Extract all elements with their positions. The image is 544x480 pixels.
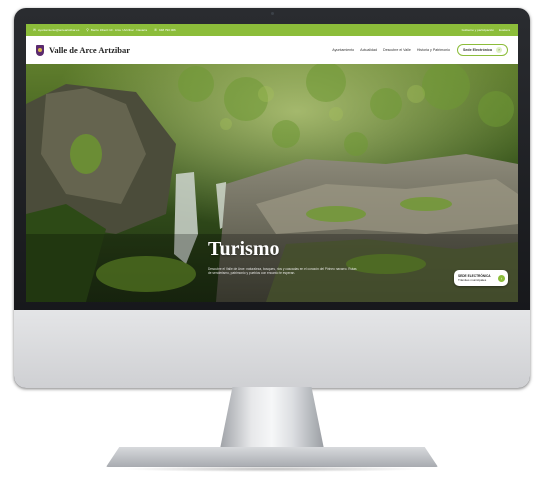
envelope-icon: ✉ [33,28,36,32]
arrow-right-icon: › [496,47,502,53]
topbar-phone-text: 948 790 006 [159,28,176,32]
hero-title: Turismo [208,238,280,260]
sede-button-label: Sede Electrónica [463,48,492,52]
phone-icon: ✆ [154,28,158,32]
stand-shadow [120,466,424,472]
site-title[interactable]: Valle de Arce Artzibar [49,45,130,55]
sede-electronica-card[interactable]: SEDE ELECTRÓNICA Trámites municipales › [454,270,508,286]
webcam-icon [271,12,274,15]
sede-electronica-button[interactable]: Sede Electrónica › [457,44,508,56]
monitor-stand-base [106,447,438,467]
topbar-phone[interactable]: ✆ 948 790 006 [154,28,176,32]
top-info-bar: ✉ ayuntamiento@arcearistibar.es ⚲ Barrio… [26,24,518,36]
main-nav: Ayuntamiento Actualidad Descubre el Vall… [326,44,508,56]
site-header: Valle de Arce Artzibar Ayuntamiento Actu… [26,36,518,64]
topbar-email[interactable]: ✉ ayuntamiento@arcearistibar.es [33,28,79,32]
nav-item-descubre[interactable]: Descubre el Valle [383,48,411,52]
participation-link[interactable]: Gobierno y participación [462,28,494,32]
nav-item-actualidad[interactable]: Actualidad [360,48,377,52]
coat-of-arms-logo[interactable] [36,44,44,56]
arrow-right-icon: › [498,274,505,282]
sede-card-text: SEDE ELECTRÓNICA Trámites municipales [458,274,491,282]
monitor-screen: ✉ ayuntamiento@arcearistibar.es ⚲ Barrio… [26,24,518,302]
topbar-email-text: ayuntamiento@arcearistibar.es [37,28,80,32]
location-pin-icon: ⚲ [86,28,89,32]
monitor-stand-neck [220,387,324,449]
monitor-bezel: ✉ ayuntamiento@arcearistibar.es ⚲ Barrio… [14,8,530,388]
hero-section: Turismo Descubre el Valle de Arce: natur… [26,64,518,302]
monitor-chin [14,310,530,388]
topbar-address[interactable]: ⚲ Barrio Iriberri 10 · Arce / Artzibar ·… [86,28,147,32]
nav-item-ayuntamiento[interactable]: Ayuntamiento [332,48,354,52]
nav-item-historia[interactable]: Historia y Patrimonio [417,48,450,52]
topbar-address-text: Barrio Iriberri 10 · Arce / Artzibar · N… [90,28,148,32]
language-link[interactable]: Euskera [499,28,510,32]
sede-card-subtitle: Trámites municipales [458,278,487,282]
hero-description: Descubre el Valle de Arce: naturaleza, b… [208,267,357,276]
